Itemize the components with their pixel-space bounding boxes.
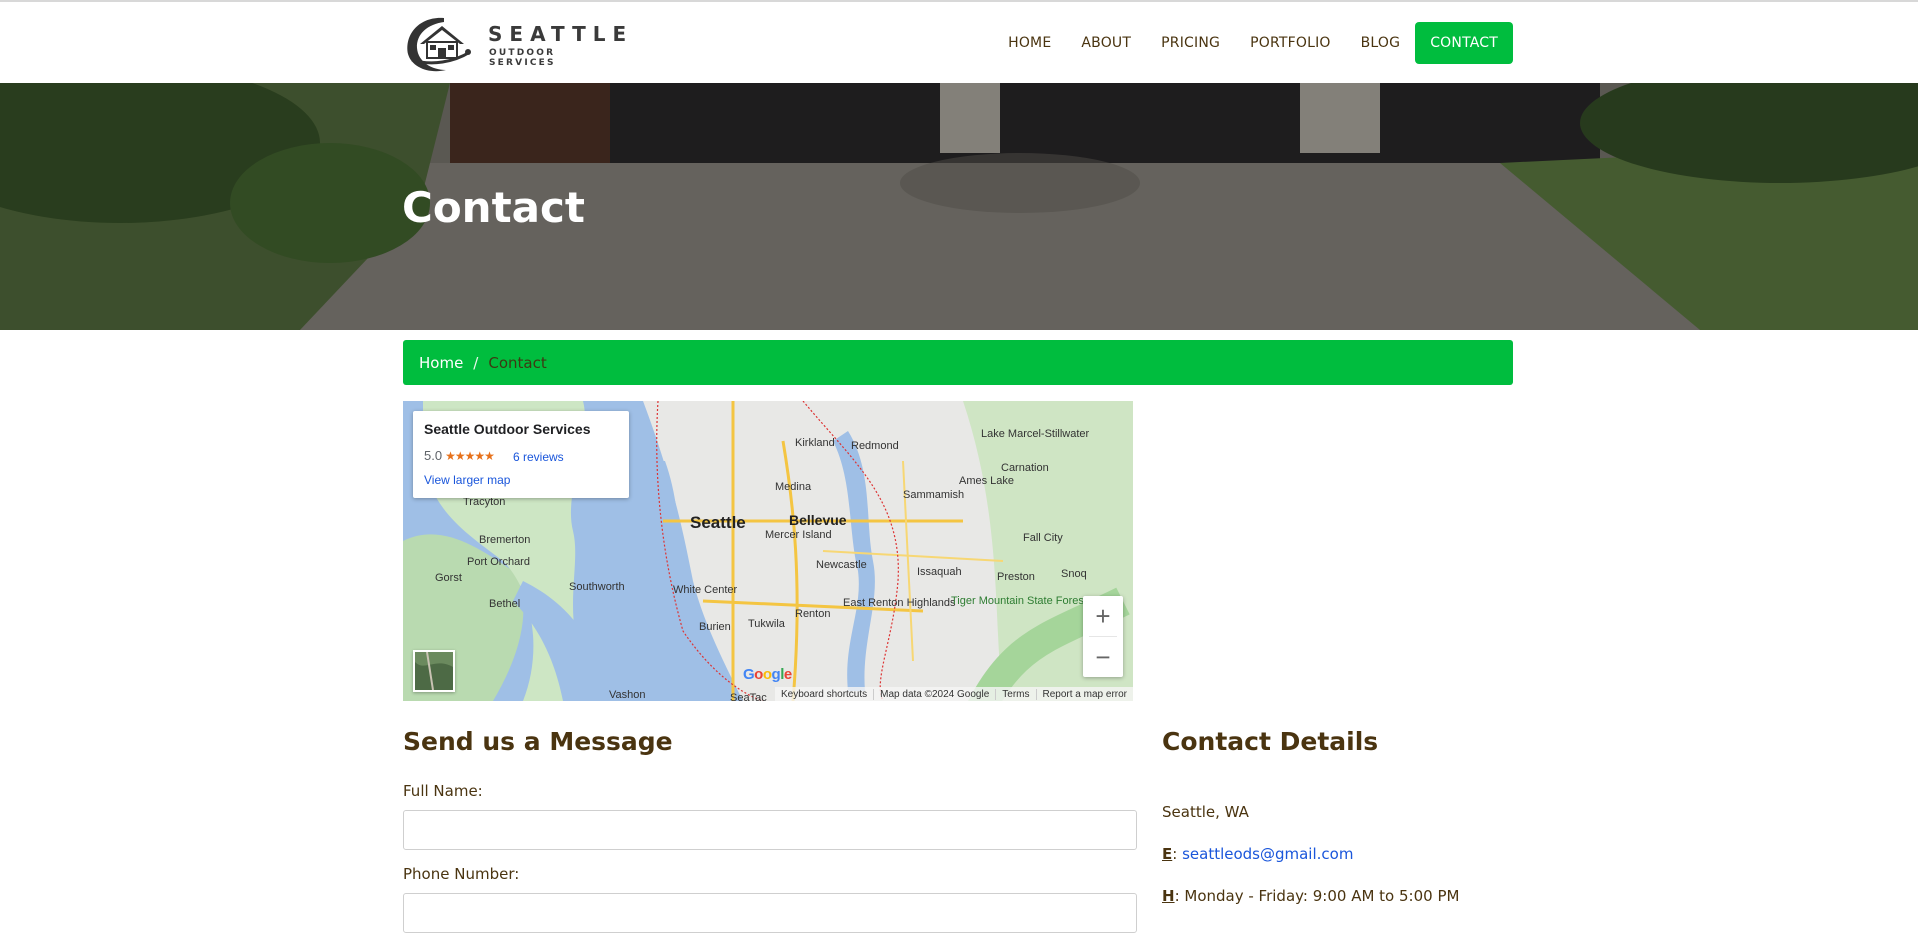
map-label-medina: Medina bbox=[775, 481, 812, 493]
full-name-input[interactable] bbox=[403, 810, 1137, 850]
main-nav: HOME ABOUT PRICING PORTFOLIO BLOG CONTAC… bbox=[993, 22, 1513, 64]
google-logo: Google bbox=[743, 666, 792, 683]
map-label-fall-city: Fall City bbox=[1023, 532, 1063, 544]
breadcrumb-separator: / bbox=[473, 353, 479, 372]
map-label-seattle: Seattle bbox=[690, 513, 746, 532]
nav-blog[interactable]: BLOG bbox=[1346, 22, 1416, 64]
view-larger-map-link[interactable]: View larger map bbox=[424, 473, 510, 487]
map-label-redmond: Redmond bbox=[851, 440, 899, 452]
hours-key: H bbox=[1162, 887, 1175, 905]
hero-driveway-image bbox=[0, 83, 1918, 330]
embedded-map[interactable]: Seattle Bellevue Kirkland Redmond Lake M… bbox=[403, 401, 1133, 701]
map-label-kirkland: Kirkland bbox=[795, 437, 835, 449]
map-label-burien: Burien bbox=[699, 621, 731, 633]
zoom-controls: + − bbox=[1083, 596, 1123, 677]
rating-value: 5.0 bbox=[424, 448, 443, 463]
map-label-gorst: Gorst bbox=[435, 572, 462, 584]
map-label-southworth: Southworth bbox=[569, 581, 625, 593]
logo-wordmark: SEATTLE bbox=[488, 22, 634, 46]
map-label-port-orchard: Port Orchard bbox=[467, 556, 530, 568]
map-label-bellevue: Bellevue bbox=[789, 512, 847, 528]
contact-email-row: E: seattleods@gmail.com bbox=[1162, 845, 1354, 863]
map-label-bethel: Bethel bbox=[489, 598, 520, 610]
map-attribution: Keyboard shortcuts Map data ©2024 Google… bbox=[774, 687, 1133, 701]
map-data-text: Map data ©2024 Google bbox=[873, 688, 995, 700]
logo-house-icon bbox=[407, 17, 471, 72]
map-label-snoq: Snoq bbox=[1061, 568, 1087, 580]
keyboard-shortcuts-link[interactable]: Keyboard shortcuts bbox=[775, 689, 873, 700]
form-heading: Send us a Message bbox=[403, 727, 673, 756]
place-name: Seattle Outdoor Services bbox=[424, 421, 591, 437]
place-info-card: Seattle Outdoor Services 5.0 ★★★★★ 6 revi… bbox=[413, 411, 629, 498]
hours-text: Monday - Friday: 9:00 AM to 5:00 PM bbox=[1184, 887, 1460, 905]
page-title: Contact bbox=[402, 183, 585, 232]
contact-details-heading: Contact Details bbox=[1162, 727, 1379, 756]
contact-hours-row: H: Monday - Friday: 9:00 AM to 5:00 PM bbox=[1162, 887, 1460, 905]
nav-portfolio[interactable]: PORTFOLIO bbox=[1235, 22, 1346, 64]
map-label-east-renton: East Renton Highlands bbox=[843, 597, 956, 609]
map-label-renton: Renton bbox=[795, 608, 830, 620]
map-label-carnation: Carnation bbox=[1001, 462, 1049, 474]
email-key: E bbox=[1162, 845, 1173, 863]
map-label-bremerton: Bremerton bbox=[479, 534, 530, 546]
site-header: SEATTLE OUTDOOR SERVICES HOME ABOUT PRIC… bbox=[0, 2, 1918, 83]
nav-about[interactable]: ABOUT bbox=[1066, 22, 1146, 64]
map-label-newcastle: Newcastle bbox=[816, 559, 867, 571]
nav-home[interactable]: HOME bbox=[993, 22, 1066, 64]
map-label-preston: Preston bbox=[997, 571, 1035, 583]
map-label-seatac: SeaTac bbox=[730, 692, 767, 701]
zoom-out-button[interactable]: − bbox=[1083, 637, 1123, 677]
nav-pricing[interactable]: PRICING bbox=[1146, 22, 1235, 64]
full-name-label: Full Name: bbox=[403, 782, 483, 800]
map-label-ames-lake: Ames Lake bbox=[959, 475, 1014, 487]
map-label-issaquah: Issaquah bbox=[917, 566, 962, 578]
reviews-link[interactable]: 6 reviews bbox=[513, 450, 564, 464]
map-label-tukwila: Tukwila bbox=[748, 618, 786, 630]
report-error-link[interactable]: Report a map error bbox=[1035, 688, 1133, 700]
site-logo[interactable]: SEATTLE OUTDOOR SERVICES bbox=[402, 14, 626, 74]
satellite-thumbnail-icon bbox=[415, 652, 453, 690]
logo-tagline: OUTDOOR SERVICES bbox=[489, 48, 556, 68]
terms-link[interactable]: Terms bbox=[995, 688, 1035, 700]
contact-location: Seattle, WA bbox=[1162, 803, 1249, 821]
map-label-mercer-island: Mercer Island bbox=[765, 529, 832, 541]
breadcrumb: Home / Contact bbox=[403, 340, 1513, 385]
map-label-white-center: White Center bbox=[673, 584, 738, 596]
place-rating: 5.0 ★★★★★ bbox=[424, 448, 495, 463]
nav-contact[interactable]: CONTACT bbox=[1415, 22, 1513, 64]
phone-input[interactable] bbox=[403, 893, 1137, 933]
map-label-tiger-mountain: Tiger Mountain State Forest bbox=[951, 595, 1087, 607]
map-label-lake-marcel: Lake Marcel-Stillwater bbox=[981, 428, 1090, 440]
zoom-in-button[interactable]: + bbox=[1083, 596, 1123, 636]
hero-banner: Contact bbox=[0, 83, 1918, 330]
satellite-toggle-button[interactable] bbox=[413, 650, 455, 692]
breadcrumb-home[interactable]: Home bbox=[419, 354, 463, 372]
email-link[interactable]: seattleods@gmail.com bbox=[1182, 845, 1353, 863]
breadcrumb-current: Contact bbox=[488, 353, 547, 372]
map-label-vashon: Vashon bbox=[609, 689, 646, 701]
phone-label: Phone Number: bbox=[403, 865, 520, 883]
map-label-sammamish: Sammamish bbox=[903, 489, 964, 501]
rating-stars-icon: ★★★★★ bbox=[445, 449, 495, 463]
